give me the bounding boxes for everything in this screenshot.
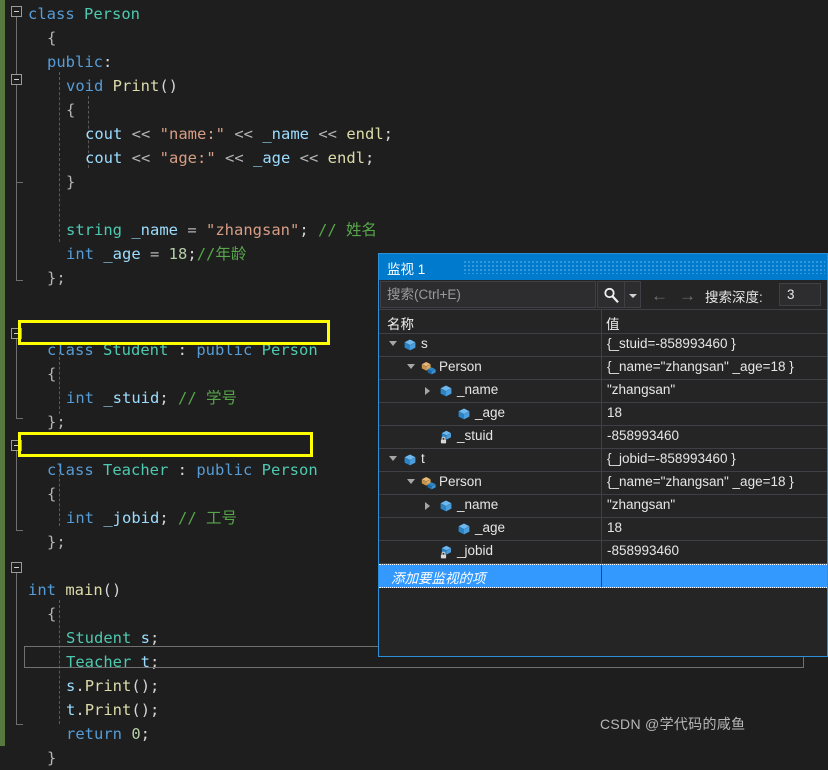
code-line[interactable]: { — [0, 26, 828, 50]
expander-open-icon[interactable] — [407, 364, 415, 369]
watch-row[interactable]: _stuid -858993460 — [379, 426, 827, 449]
watch-item-value[interactable]: "zhangsan" — [607, 497, 675, 512]
watch-item-name[interactable]: 添加要监视的项 — [391, 567, 486, 587]
drag-handle[interactable] — [463, 260, 825, 274]
column-header-value[interactable]: 值 — [606, 313, 620, 333]
field-cube-icon — [439, 384, 453, 398]
code-line[interactable]: string _name = "zhangsan"; // 姓名 — [0, 218, 828, 242]
watch-row[interactable]: s {_stuid=-858993460 } — [379, 334, 827, 357]
code-line[interactable]: class Person — [0, 2, 828, 26]
arrow-right-icon[interactable]: → — [679, 286, 696, 306]
magnifier-icon[interactable] — [597, 281, 625, 308]
chevron-down-icon[interactable] — [625, 281, 641, 308]
watch-add-item-row[interactable]: 添加要监视的项 — [379, 564, 827, 588]
expander-closed-icon[interactable] — [425, 387, 430, 395]
field-cube-icon — [457, 522, 471, 536]
search-depth-input[interactable]: 3 — [779, 283, 821, 306]
base-class-icon — [421, 361, 436, 375]
expander-open-icon[interactable] — [407, 479, 415, 484]
watch-row[interactable]: Person {_name="zhangsan" _age=18 } — [379, 357, 827, 380]
search-depth-label: 搜索深度: — [705, 290, 763, 305]
code-line[interactable] — [0, 194, 828, 218]
watch-item-name[interactable]: _age — [475, 405, 505, 420]
expander-open-icon[interactable] — [389, 456, 397, 461]
watch-tab-title: 监视 1 — [387, 262, 426, 277]
watch-grid-header: 名称 值 — [379, 310, 827, 334]
search-input[interactable] — [380, 281, 596, 308]
base-class-icon — [421, 476, 436, 490]
watch-item-name[interactable]: _stuid — [457, 428, 493, 443]
watch-item-name[interactable]: _name — [457, 497, 498, 512]
watch-item-name[interactable]: _jobid — [457, 543, 493, 558]
code-line[interactable]: { — [0, 98, 828, 122]
code-line[interactable]: s.Print(); — [0, 674, 828, 698]
watch-row[interactable]: _age 18 — [379, 403, 827, 426]
watch-item-value[interactable]: 18 — [607, 405, 622, 420]
code-line[interactable]: cout << "age:" << _age << endl; — [0, 146, 828, 170]
column-header-name[interactable]: 名称 — [387, 313, 414, 333]
watch-item-value[interactable]: {_stuid=-858993460 } — [607, 336, 736, 351]
expander-open-icon[interactable] — [389, 341, 397, 346]
watch-item-value[interactable]: -858993460 — [607, 543, 679, 558]
arrow-left-icon[interactable]: ← — [651, 286, 668, 306]
watch-item-name[interactable]: Person — [439, 359, 482, 374]
watch-item-name[interactable]: _name — [457, 382, 498, 397]
watch-row[interactable]: _name "zhangsan" — [379, 495, 827, 518]
watch-item-name[interactable]: t — [421, 451, 425, 466]
code-line[interactable]: } — [0, 746, 828, 770]
highlight-box-student — [18, 320, 330, 345]
highlight-box-teacher — [18, 432, 313, 457]
private-field-icon — [439, 545, 453, 559]
watch-row[interactable]: Person {_name="zhangsan" _age=18 } — [379, 472, 827, 495]
watch-window-tab[interactable]: 监视 1 — [379, 254, 827, 280]
field-cube-icon — [439, 499, 453, 513]
watch-row[interactable]: _jobid -858993460 — [379, 541, 827, 564]
watch-item-value[interactable]: {_jobid=-858993460 } — [607, 451, 736, 466]
expander-closed-icon[interactable] — [425, 502, 430, 510]
field-cube-icon — [457, 407, 471, 421]
watch-row[interactable]: _name "zhangsan" — [379, 380, 827, 403]
field-cube-icon — [403, 453, 417, 467]
watch-item-value[interactable]: {_name="zhangsan" _age=18 } — [607, 359, 794, 374]
code-line[interactable]: cout << "name:" << _name << endl; — [0, 122, 828, 146]
watch-window[interactable]: 监视 1 ← → 搜索深度: 3 名称 值 s {_stuid=-85899346… — [378, 253, 828, 657]
watermark: CSDN @学代码的咸鱼 — [600, 716, 746, 732]
field-cube-icon — [403, 338, 417, 352]
watch-item-value[interactable]: -858993460 — [607, 428, 679, 443]
watch-item-value[interactable]: {_name="zhangsan" _age=18 } — [607, 474, 794, 489]
code-line[interactable]: } — [0, 170, 828, 194]
watch-item-value[interactable]: "zhangsan" — [607, 382, 675, 397]
watch-row[interactable]: _age 18 — [379, 518, 827, 541]
private-field-icon — [439, 430, 453, 444]
code-line[interactable]: void Print() — [0, 74, 828, 98]
watch-row[interactable]: t {_jobid=-858993460 } — [379, 449, 827, 472]
watch-item-name[interactable]: _age — [475, 520, 505, 535]
watch-item-name[interactable]: s — [421, 336, 428, 351]
watch-item-value[interactable]: 18 — [607, 520, 622, 535]
watch-search-bar[interactable]: ← → 搜索深度: 3 — [379, 280, 827, 310]
watch-item-name[interactable]: Person — [439, 474, 482, 489]
watch-rows[interactable]: s {_stuid=-858993460 } Person {_name="zhang… — [379, 334, 827, 588]
code-line[interactable]: public: — [0, 50, 828, 74]
